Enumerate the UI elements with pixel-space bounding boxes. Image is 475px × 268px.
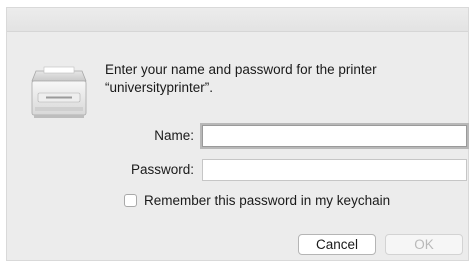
remember-password-label[interactable]: Remember this password in my keychain [144, 193, 390, 208]
ok-button[interactable]: OK [385, 234, 463, 255]
name-label: Name: [154, 128, 194, 143]
password-label: Password: [130, 162, 194, 177]
password-field[interactable] [202, 159, 467, 181]
remember-password-row[interactable]: Remember this password in my keychain [124, 193, 390, 208]
dialog-titlebar[interactable] [7, 8, 468, 32]
name-field[interactable] [202, 125, 467, 147]
cancel-button[interactable]: Cancel [298, 234, 376, 255]
prompt-line-2: “universityprinter”. [105, 80, 214, 95]
printer-auth-dialog: Enter your name and password for the pri… [6, 7, 469, 261]
dialog-prompt: Enter your name and password for the pri… [105, 61, 455, 97]
prompt-line-1: Enter your name and password for the pri… [105, 62, 377, 77]
remember-password-checkbox[interactable] [124, 194, 137, 207]
printer-icon [31, 66, 87, 118]
